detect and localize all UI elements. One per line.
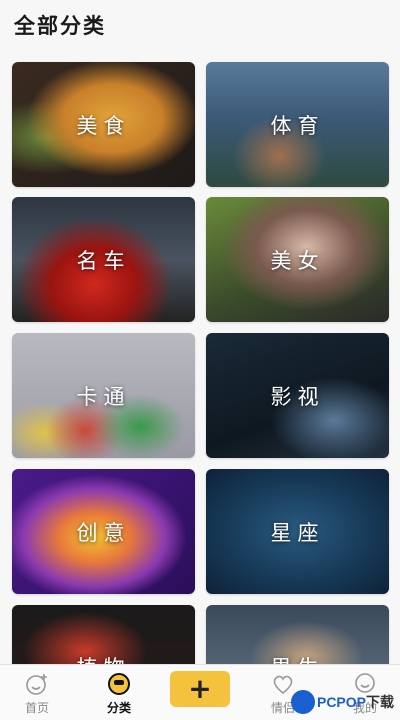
category-label: 卡通 <box>76 384 131 409</box>
bottom-tab-bar: 首页 分类 + 情侣 我的 PCPOP 下载 <box>0 664 400 720</box>
pcpop-logo-icon <box>290 690 315 714</box>
category-tile-sport[interactable]: 体育 <box>206 62 389 187</box>
category-label: 美女 <box>270 248 325 273</box>
category-label: 影视 <box>270 384 325 409</box>
category-tile-star[interactable]: 星座 <box>206 469 389 594</box>
category-tile-cartoon[interactable]: 卡通 <box>12 333 195 458</box>
tab-home[interactable]: 首页 <box>7 671 67 716</box>
tab-category-label: 分类 <box>106 701 131 715</box>
category-label: 美食 <box>76 113 131 138</box>
category-tile-beauty[interactable]: 美女 <box>206 197 389 322</box>
category-label: 星座 <box>270 520 325 545</box>
category-face-icon <box>108 673 130 695</box>
category-label: 名车 <box>76 248 131 273</box>
category-label: 体育 <box>270 113 325 138</box>
category-label: 创意 <box>76 520 131 545</box>
category-tile-movie[interactable]: 影视 <box>206 333 389 458</box>
tab-home-label: 首页 <box>24 701 49 715</box>
category-grid: 美食 体育 名车 美女 卡通 影视 创意 星座 植物 男生 <box>0 0 400 720</box>
tab-category[interactable]: 分类 <box>89 671 149 716</box>
category-tile-food[interactable]: 美食 <box>12 62 195 187</box>
smile-face-icon <box>26 674 47 695</box>
category-tile-car[interactable]: 名车 <box>12 197 195 322</box>
pcpop-watermark: PCPOP 下载 <box>290 690 394 714</box>
category-tile-creative[interactable]: 创意 <box>12 469 195 594</box>
watermark-text-a: PCPOP <box>316 694 366 710</box>
watermark-text-b: 下载 <box>366 694 394 710</box>
plus-icon: + <box>188 672 212 705</box>
add-button[interactable]: + <box>170 671 230 707</box>
